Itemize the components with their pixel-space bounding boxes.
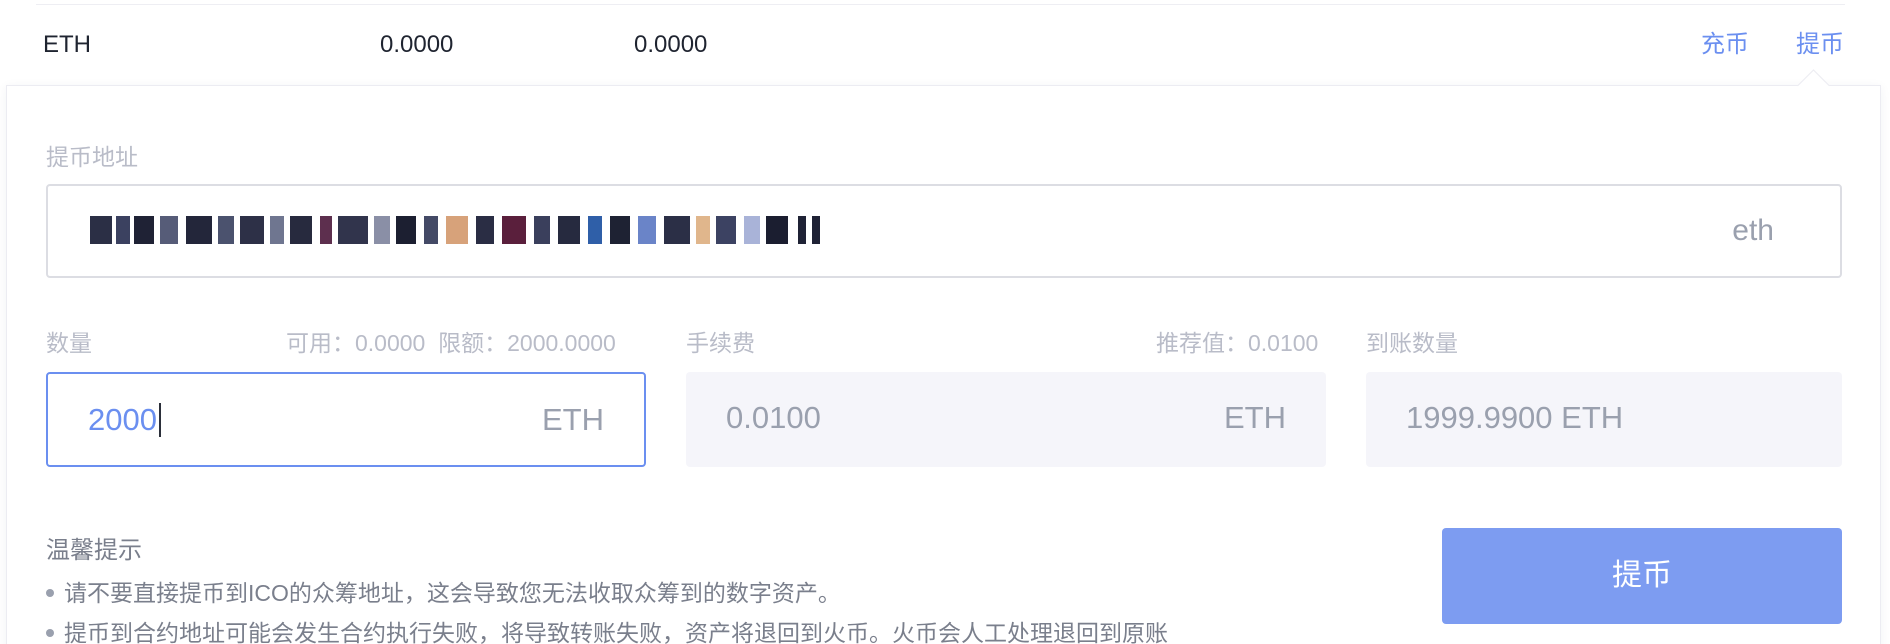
address-value-redacted: [90, 214, 910, 250]
fee-value: 0.0100: [726, 400, 821, 435]
amount-value: 2000: [88, 402, 157, 437]
tip-item: 请不要直接提币到ICO的众筹地址，这会导致您无法收取众筹到的数字资产。: [46, 574, 841, 608]
withdraw-page: ETH 0.0000 0.0000 充币 提币 提币地址 eth 数量 可用：0…: [0, 0, 1890, 644]
fee-label: 手续费: [686, 330, 755, 356]
asset-row-eth: ETH 0.0000 0.0000 充币 提币: [0, 5, 1890, 85]
receive-amount-field: 1999.9900 ETH: [1366, 372, 1842, 467]
tip-text: 请不要直接提币到ICO的众筹地址，这会导致您无法收取众筹到的数字资产。: [64, 580, 841, 606]
tip-item: 提币到合约地址可能会发生合约执行失败，将导致转账失败，资产将退回到火币。火币会人…: [46, 614, 1168, 644]
available-balance: 0.0000: [380, 31, 454, 58]
amount-value-wrap: 2000: [88, 374, 161, 465]
fee-hint: 推荐值：0.0100: [1156, 330, 1319, 356]
coin-name: ETH: [43, 31, 91, 58]
address-label: 提币地址: [46, 144, 138, 170]
receive-label: 到账数量: [1366, 330, 1458, 356]
bullet-icon: [46, 588, 54, 597]
tip-text: 提币到合约地址可能会发生合约执行失败，将导致转账失败，资产将退回到火币。火币会人…: [64, 620, 1168, 644]
withdraw-link[interactable]: 提币: [1796, 5, 1844, 85]
amount-hint: 可用：0.0000 限额：2000.0000: [286, 330, 616, 356]
fee-input[interactable]: 0.0100 ETH: [686, 372, 1326, 467]
address-unit: eth: [1732, 214, 1774, 247]
receive-value: 1999.9900 ETH: [1406, 400, 1624, 435]
withdraw-submit-button[interactable]: 提币: [1442, 528, 1842, 624]
bullet-icon: [46, 628, 54, 637]
frozen-balance: 0.0000: [634, 31, 708, 58]
deposit-link[interactable]: 充币: [1701, 5, 1749, 85]
amount-label: 数量: [46, 330, 92, 356]
fee-unit: ETH: [1224, 400, 1286, 435]
tips-title: 温馨提示: [46, 537, 142, 564]
text-cursor: [158, 402, 161, 437]
amount-unit: ETH: [542, 402, 604, 437]
amount-input[interactable]: 2000 ETH: [46, 372, 646, 467]
withdraw-address-input[interactable]: eth: [46, 184, 1842, 278]
